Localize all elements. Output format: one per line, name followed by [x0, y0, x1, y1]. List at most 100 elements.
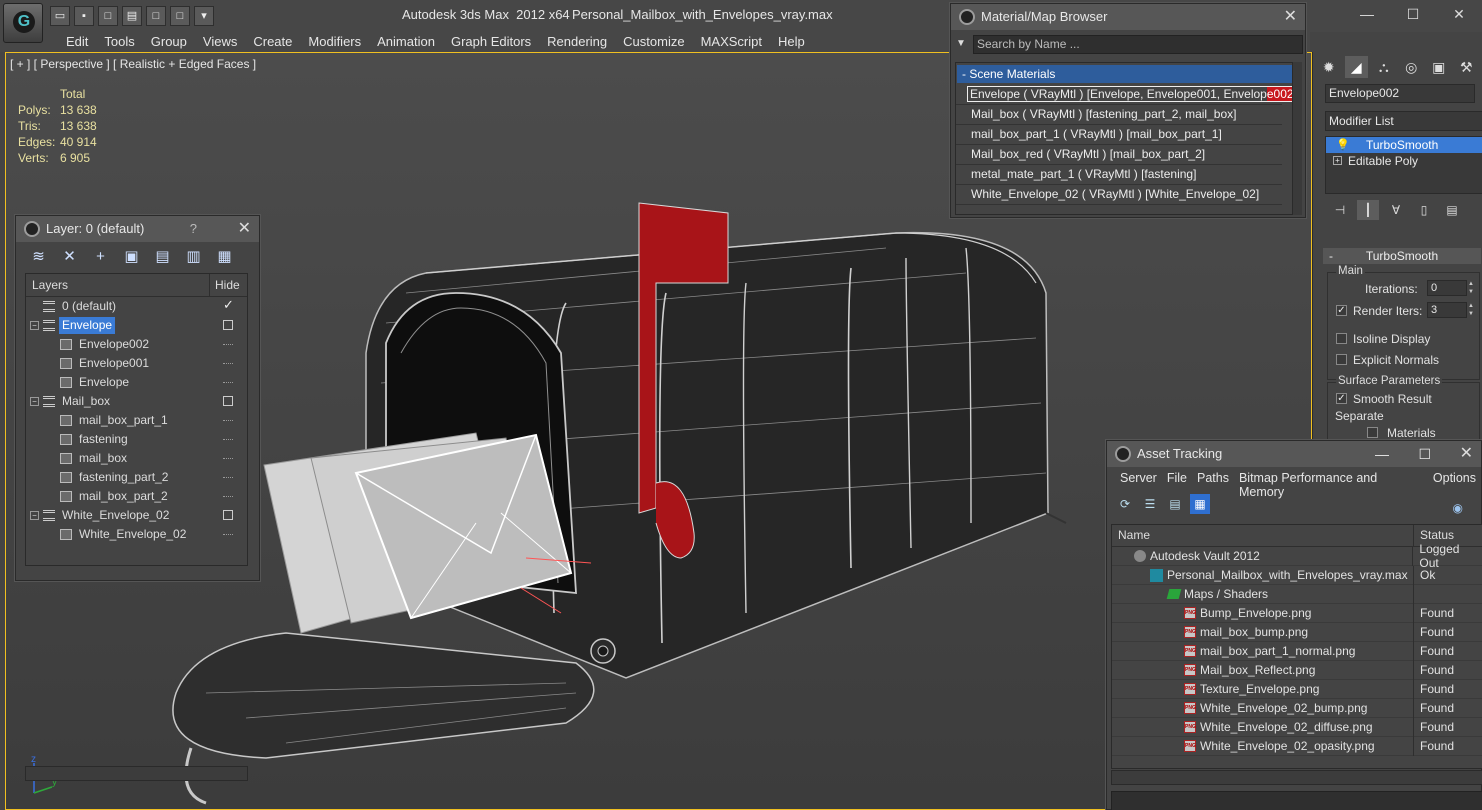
object-row[interactable]: mail_box [26, 449, 247, 468]
menu-customize[interactable]: Customize [615, 32, 692, 52]
asset-row[interactable]: PNG mail_box_part_1_normal.png Found [1112, 641, 1482, 661]
scene-materials-group[interactable]: - Scene Materials [957, 65, 1293, 83]
hide-toggle[interactable] [223, 382, 233, 384]
asset-path-field[interactable] [1111, 791, 1482, 810]
help-icon[interactable]: ? [190, 216, 197, 242]
hierarchy-tab-icon[interactable]: ⛬ [1372, 56, 1396, 78]
maximize-icon[interactable]: ☐ [1418, 441, 1431, 467]
menu-graph-editors[interactable]: Graph Editors [443, 32, 539, 52]
layer-row[interactable]: − White_Envelope_02 [26, 506, 247, 525]
close-icon[interactable]: ✕ [1284, 4, 1297, 30]
show-end-result-icon[interactable]: ┃ [1357, 200, 1379, 220]
object-row[interactable]: mail_box_part_2 [26, 487, 247, 506]
horizontal-scrollbar[interactable] [25, 766, 248, 781]
object-row[interactable]: fastening [26, 430, 247, 449]
layer-panel-titlebar[interactable]: Layer: 0 (default) ? ✕ [16, 216, 259, 242]
hide-toggle[interactable] [223, 534, 233, 536]
configure-sets-icon[interactable]: ▤ [1441, 200, 1463, 220]
asset-row[interactable]: PNG Bump_Envelope.png Found [1112, 603, 1482, 623]
material-row[interactable]: Envelope ( VRayMtl ) [Envelope, Envelope… [956, 85, 1300, 105]
asset-menu-server[interactable]: Server [1115, 467, 1162, 491]
turbosmooth-rollout-header[interactable]: - TurboSmooth [1323, 248, 1481, 264]
iterations-spinner[interactable]: 0 [1427, 280, 1467, 296]
render-iters-spinner[interactable]: 3 [1427, 302, 1467, 318]
asset-row[interactable]: PNG Mail_box_Reflect.png Found [1112, 660, 1482, 680]
layer-row[interactable]: − Mail_box [26, 392, 247, 411]
save-icon[interactable]: ▪ [74, 6, 94, 26]
asset-row[interactable]: Personal_Mailbox_with_Envelopes_vray.max… [1112, 565, 1482, 585]
menu-modifiers[interactable]: Modifiers [300, 32, 369, 52]
refresh-icon[interactable]: ⟳ [1115, 494, 1135, 514]
close-icon[interactable]: ✕ [238, 216, 251, 242]
object-row[interactable]: Envelope001 [26, 354, 247, 373]
hide-toggle[interactable] [223, 420, 233, 422]
asset-row[interactable]: PNG White_Envelope_02_diffuse.png Found [1112, 717, 1482, 737]
hide-checkmark-icon[interactable]: ✓ [223, 297, 234, 312]
make-unique-icon[interactable]: ∀ [1385, 200, 1407, 220]
hide-toggle[interactable] [223, 496, 233, 498]
modify-tab-icon[interactable]: ◢ [1344, 56, 1368, 78]
object-row[interactable]: Envelope [26, 373, 247, 392]
asset-tracking-titlebar[interactable]: Asset Tracking — ☐ ✕ [1107, 441, 1481, 467]
remove-modifier-icon[interactable]: ▯ [1413, 200, 1435, 220]
dropdown-arrow-icon[interactable]: ▾ [194, 6, 214, 26]
hold-icon[interactable]: ▤ [122, 6, 142, 26]
vertical-scrollbar[interactable] [1292, 62, 1302, 215]
layer-row[interactable]: − Envelope [26, 316, 247, 335]
delete-layer-icon[interactable]: ✕ [57, 246, 82, 268]
menu-help[interactable]: Help [770, 32, 813, 52]
hide-all-icon[interactable]: ▥ [181, 246, 206, 268]
select-layer-icon[interactable]: ▤ [150, 246, 175, 268]
close-icon[interactable]: ✕ [1460, 441, 1473, 467]
maximize-icon[interactable]: ☐ [1390, 0, 1436, 28]
close-icon[interactable]: ✕ [1436, 0, 1482, 28]
hide-toggle[interactable] [223, 344, 233, 346]
asset-menu-options[interactable]: Options [1428, 467, 1481, 491]
menu-edit[interactable]: Edit [58, 32, 96, 52]
material-row[interactable]: White_Envelope_02 ( VRayMtl ) [White_Env… [956, 185, 1282, 205]
create-layer-icon[interactable]: ≋ [26, 246, 51, 268]
asset-menu-bitmap-performance-and-memory[interactable]: Bitmap Performance and Memory [1234, 467, 1428, 499]
asset-row[interactable]: PNG mail_box_bump.png Found [1112, 622, 1482, 642]
pin-stack-icon[interactable]: ⊣ [1329, 200, 1351, 220]
add-to-layer-icon[interactable]: + [88, 246, 113, 268]
material-row[interactable]: metal_mate_part_1 ( VRayMtl ) [fastening… [956, 165, 1282, 185]
collapse-icon[interactable]: − [30, 321, 39, 330]
column-layers[interactable]: Layers [26, 274, 210, 296]
select-objects-icon[interactable]: ▣ [119, 246, 144, 268]
create-tab-icon[interactable]: ✹ [1317, 56, 1341, 78]
collapse-icon[interactable]: − [30, 511, 39, 520]
asset-menu-paths[interactable]: Paths [1192, 467, 1234, 491]
asset-row[interactable]: PNG Texture_Envelope.png Found [1112, 679, 1482, 699]
isoline-display-checkbox[interactable] [1336, 333, 1347, 344]
menu-tools[interactable]: Tools [96, 32, 142, 52]
object-row[interactable]: mail_box_part_1 [26, 411, 247, 430]
undo-icon[interactable]: □ [146, 6, 166, 26]
hide-toggle-box[interactable] [223, 320, 233, 330]
menu-create[interactable]: Create [245, 32, 300, 52]
explicit-normals-checkbox[interactable] [1336, 354, 1347, 365]
hide-toggle[interactable] [223, 477, 233, 479]
menu-animation[interactable]: Animation [369, 32, 443, 52]
spinner-arrows-icon[interactable]: ▲ ▼ [1468, 280, 1476, 296]
options-arrow-icon[interactable]: ▼ [956, 38, 966, 49]
stack-item-editable-poly[interactable]: + Editable Poly [1326, 153, 1482, 169]
minimize-icon[interactable]: — [1344, 0, 1390, 28]
display-tab-icon[interactable]: ▣ [1427, 56, 1451, 78]
utilities-tab-icon[interactable]: ⚒ [1455, 56, 1479, 78]
freeze-all-icon[interactable]: ▦ [212, 246, 237, 268]
stack-item-turbosmooth[interactable]: 💡 TurboSmooth [1326, 137, 1482, 153]
materials-checkbox[interactable] [1367, 427, 1378, 438]
collapse-icon[interactable]: - [1329, 248, 1333, 264]
asset-row[interactable]: PNG White_Envelope_02_opasity.png Found [1112, 736, 1482, 756]
list-view-icon[interactable]: ☰ [1140, 494, 1160, 514]
tree-view-icon[interactable]: ▤ [1165, 494, 1185, 514]
new-file-icon[interactable]: □ [98, 6, 118, 26]
material-row[interactable]: Mail_box_red ( VRayMtl ) [mail_box_part_… [956, 145, 1282, 165]
motion-tab-icon[interactable]: ◎ [1400, 56, 1424, 78]
hide-toggle[interactable] [223, 363, 233, 365]
expand-icon[interactable]: + [1333, 156, 1342, 165]
material-row[interactable]: mail_box_part_1 ( VRayMtl ) [mail_box_pa… [956, 125, 1282, 145]
object-row[interactable]: Envelope002 [26, 335, 247, 354]
column-name[interactable]: Name [1112, 525, 1414, 546]
